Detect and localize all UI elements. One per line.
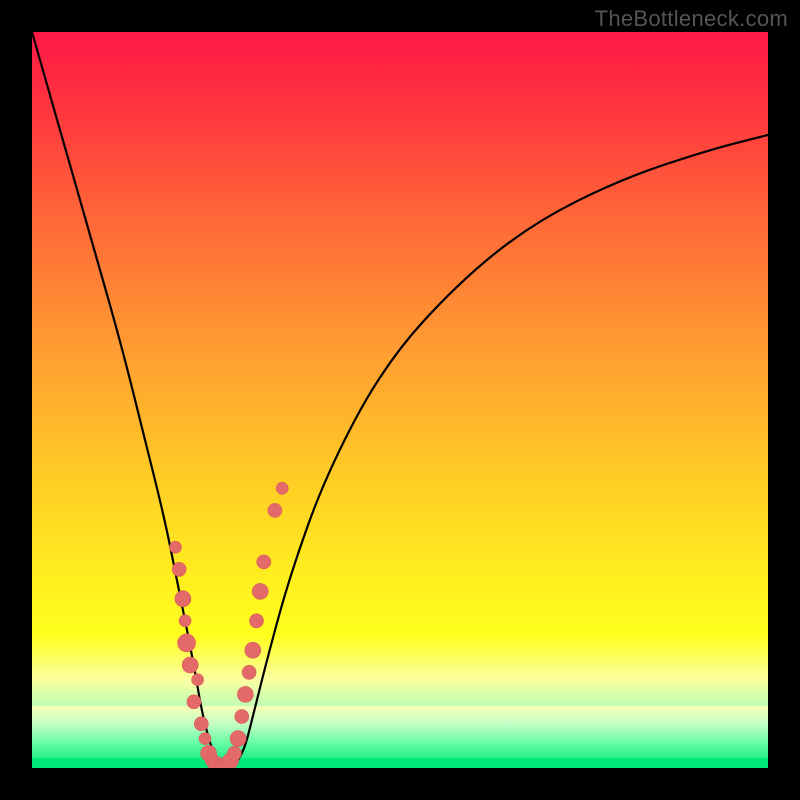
scatter-dots	[170, 482, 289, 768]
scatter-dot	[252, 583, 268, 599]
scatter-dot	[178, 634, 196, 652]
scatter-dot	[237, 686, 253, 702]
scatter-dot	[220, 757, 234, 768]
scatter-dot	[175, 591, 191, 607]
gradient-band	[32, 706, 768, 768]
scatter-dot	[205, 754, 219, 768]
scatter-dot	[215, 758, 231, 768]
scatter-dot	[192, 674, 204, 686]
watermark-label: TheBottleneck.com	[595, 6, 788, 32]
scatter-dot	[250, 614, 264, 628]
scatter-dot	[199, 733, 211, 745]
plot-area	[32, 32, 768, 768]
scatter-dot	[179, 615, 191, 627]
scatter-dot	[227, 746, 241, 760]
scatter-dot	[187, 695, 201, 709]
scatter-dot	[257, 555, 271, 569]
scatter-dot	[235, 710, 249, 724]
scatter-dot	[182, 657, 198, 673]
chart-svg	[32, 32, 768, 768]
scatter-dot	[223, 753, 239, 768]
scatter-dot	[245, 642, 261, 658]
green-baseline	[32, 758, 768, 768]
scatter-dot	[276, 482, 288, 494]
scatter-dot	[170, 541, 182, 553]
scatter-dot	[230, 731, 246, 747]
scatter-dot	[242, 665, 256, 679]
scatter-dot	[201, 745, 217, 761]
scatter-dot	[268, 503, 282, 517]
scatter-dot	[172, 562, 186, 576]
chart-frame: TheBottleneck.com	[0, 0, 800, 800]
bottleneck-curve	[32, 32, 768, 768]
scatter-dot	[208, 756, 224, 768]
scatter-dot	[194, 717, 208, 731]
scatter-dot	[213, 759, 227, 768]
